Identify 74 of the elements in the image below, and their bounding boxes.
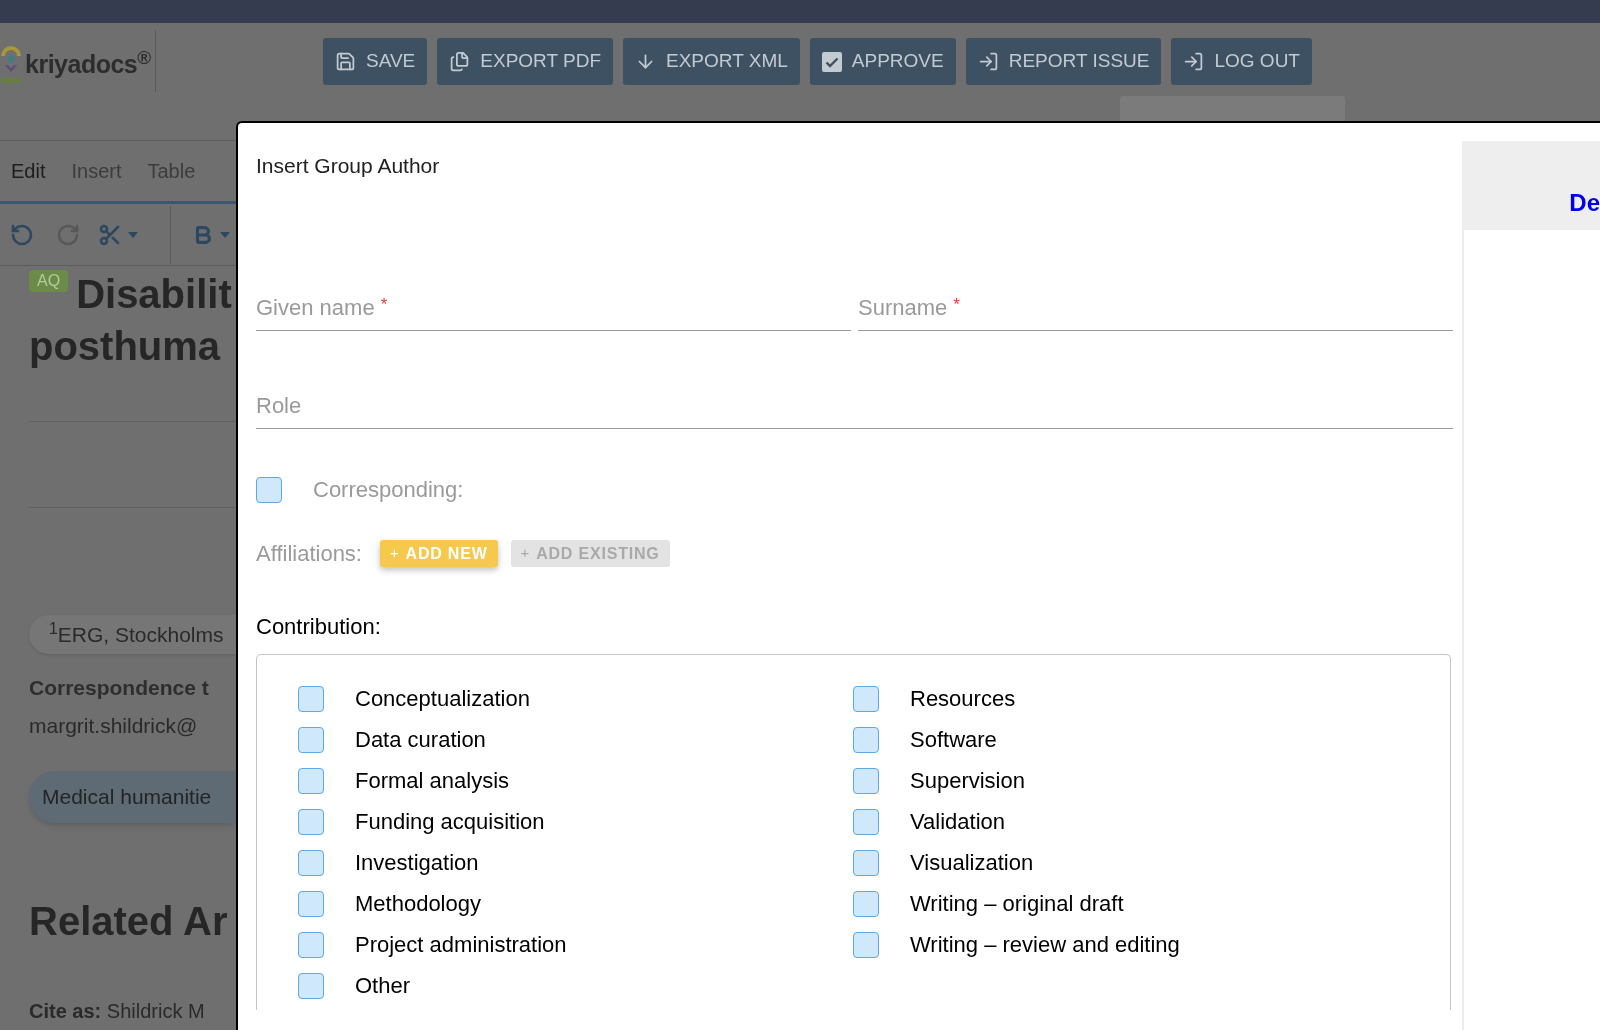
report-issue-button[interactable]: REPORT ISSUE <box>965 38 1162 85</box>
contribution-checkbox[interactable] <box>298 808 324 835</box>
affiliation-pill: $^{1}$ERG, Stockholms <box>29 615 236 654</box>
related-heading: Related Ar <box>29 898 228 945</box>
contribution-option: Visualization <box>910 849 1034 876</box>
contribution-checkbox[interactable] <box>298 726 324 753</box>
required-mark: * <box>953 295 960 315</box>
export-xml-button[interactable]: EXPORT XML <box>623 38 800 85</box>
contribution-option: Funding acquisition <box>355 808 545 835</box>
contribution-checkbox[interactable] <box>853 808 879 835</box>
contribution-checkbox[interactable] <box>853 931 879 958</box>
scissors-icon <box>98 222 122 247</box>
contribution-checkbox[interactable] <box>853 685 879 712</box>
documents-icon <box>449 51 471 72</box>
contribution-checkbox[interactable] <box>853 767 879 794</box>
contribution-option: Writing – original draft <box>910 890 1124 917</box>
contribution-checkbox[interactable] <box>298 931 324 958</box>
field-label: Given name <box>256 295 375 321</box>
contribution-checkbox[interactable] <box>298 890 324 917</box>
contribution-checkbox[interactable] <box>298 767 324 794</box>
citation-text: Cite as: Shildrick M <box>29 999 205 1024</box>
affiliations-label: Affiliations: <box>256 540 362 567</box>
log-out-button[interactable]: LOG OUT <box>1171 38 1312 85</box>
contribution-option: Writing – review and editing <box>910 931 1180 958</box>
dialog-title: Insert Group Author <box>256 153 440 179</box>
save-button[interactable]: SAVE <box>323 38 428 85</box>
undo-button[interactable] <box>10 222 34 247</box>
subject-tag[interactable]: Medical humanitie <box>29 771 236 823</box>
contribution-option: Validation <box>910 808 1005 835</box>
field-label: Surname <box>858 295 948 321</box>
contribution-checkbox[interactable] <box>298 972 324 999</box>
arrow-into-box-icon <box>1183 51 1205 72</box>
approve-button[interactable]: APPROVE <box>809 38 956 85</box>
redo-icon <box>56 222 80 247</box>
contribution-checkbox[interactable] <box>853 849 879 876</box>
check-square-icon <box>821 51 842 72</box>
contribution-checkbox[interactable] <box>853 890 879 917</box>
contribution-option: Project administration <box>355 931 567 958</box>
contribution-option: Investigation <box>355 849 479 876</box>
corresponding-checkbox[interactable] <box>256 477 282 503</box>
email-text: margrit.shildrick@ <box>29 713 198 739</box>
contribution-checkbox[interactable] <box>298 685 324 712</box>
contribution-label: Contribution: <box>256 614 381 640</box>
correspondence-label: Correspondence t <box>29 675 209 701</box>
menu-tab[interactable]: Edit <box>11 156 46 186</box>
query-badge[interactable]: AQ <box>29 270 69 292</box>
contribution-option: Data curation <box>355 726 486 753</box>
cut-button[interactable] <box>98 222 138 247</box>
document-tab[interactable] <box>1120 96 1345 122</box>
surname-field[interactable]: Surname * <box>858 285 1453 331</box>
logo-text: kriyadocs$^{®}$ <box>25 46 151 81</box>
undo-icon <box>10 222 34 247</box>
arrow-into-box-icon <box>977 51 999 72</box>
article-title-line: Disabilit <box>76 271 232 318</box>
contribution-option: Other <box>355 972 411 999</box>
required-mark: * <box>380 295 388 315</box>
logo-icon <box>0 45 22 85</box>
contribution-option: Software <box>910 726 997 753</box>
contribution-option: Supervision <box>910 767 1025 794</box>
given-name-field[interactable]: Given name * <box>256 285 851 331</box>
article-title-line: posthuma <box>29 323 221 370</box>
field-label: Role <box>256 393 302 419</box>
role-field[interactable]: Role <box>256 383 1453 429</box>
preview-heading: De <box>1569 189 1600 217</box>
contribution-option: Methodology <box>355 890 481 917</box>
export-pdf-button[interactable]: EXPORT PDF <box>437 38 613 85</box>
contribution-checkbox[interactable] <box>298 849 324 876</box>
caret-icon <box>220 231 230 238</box>
caret-icon <box>128 231 138 238</box>
corresponding-label: Corresponding: <box>313 477 464 503</box>
contribution-option: Resources <box>910 685 1016 712</box>
contribution-option: Formal analysis <box>355 767 510 794</box>
contribution-checkbox[interactable] <box>853 726 879 753</box>
contribution-option: Conceptualization <box>355 685 530 712</box>
